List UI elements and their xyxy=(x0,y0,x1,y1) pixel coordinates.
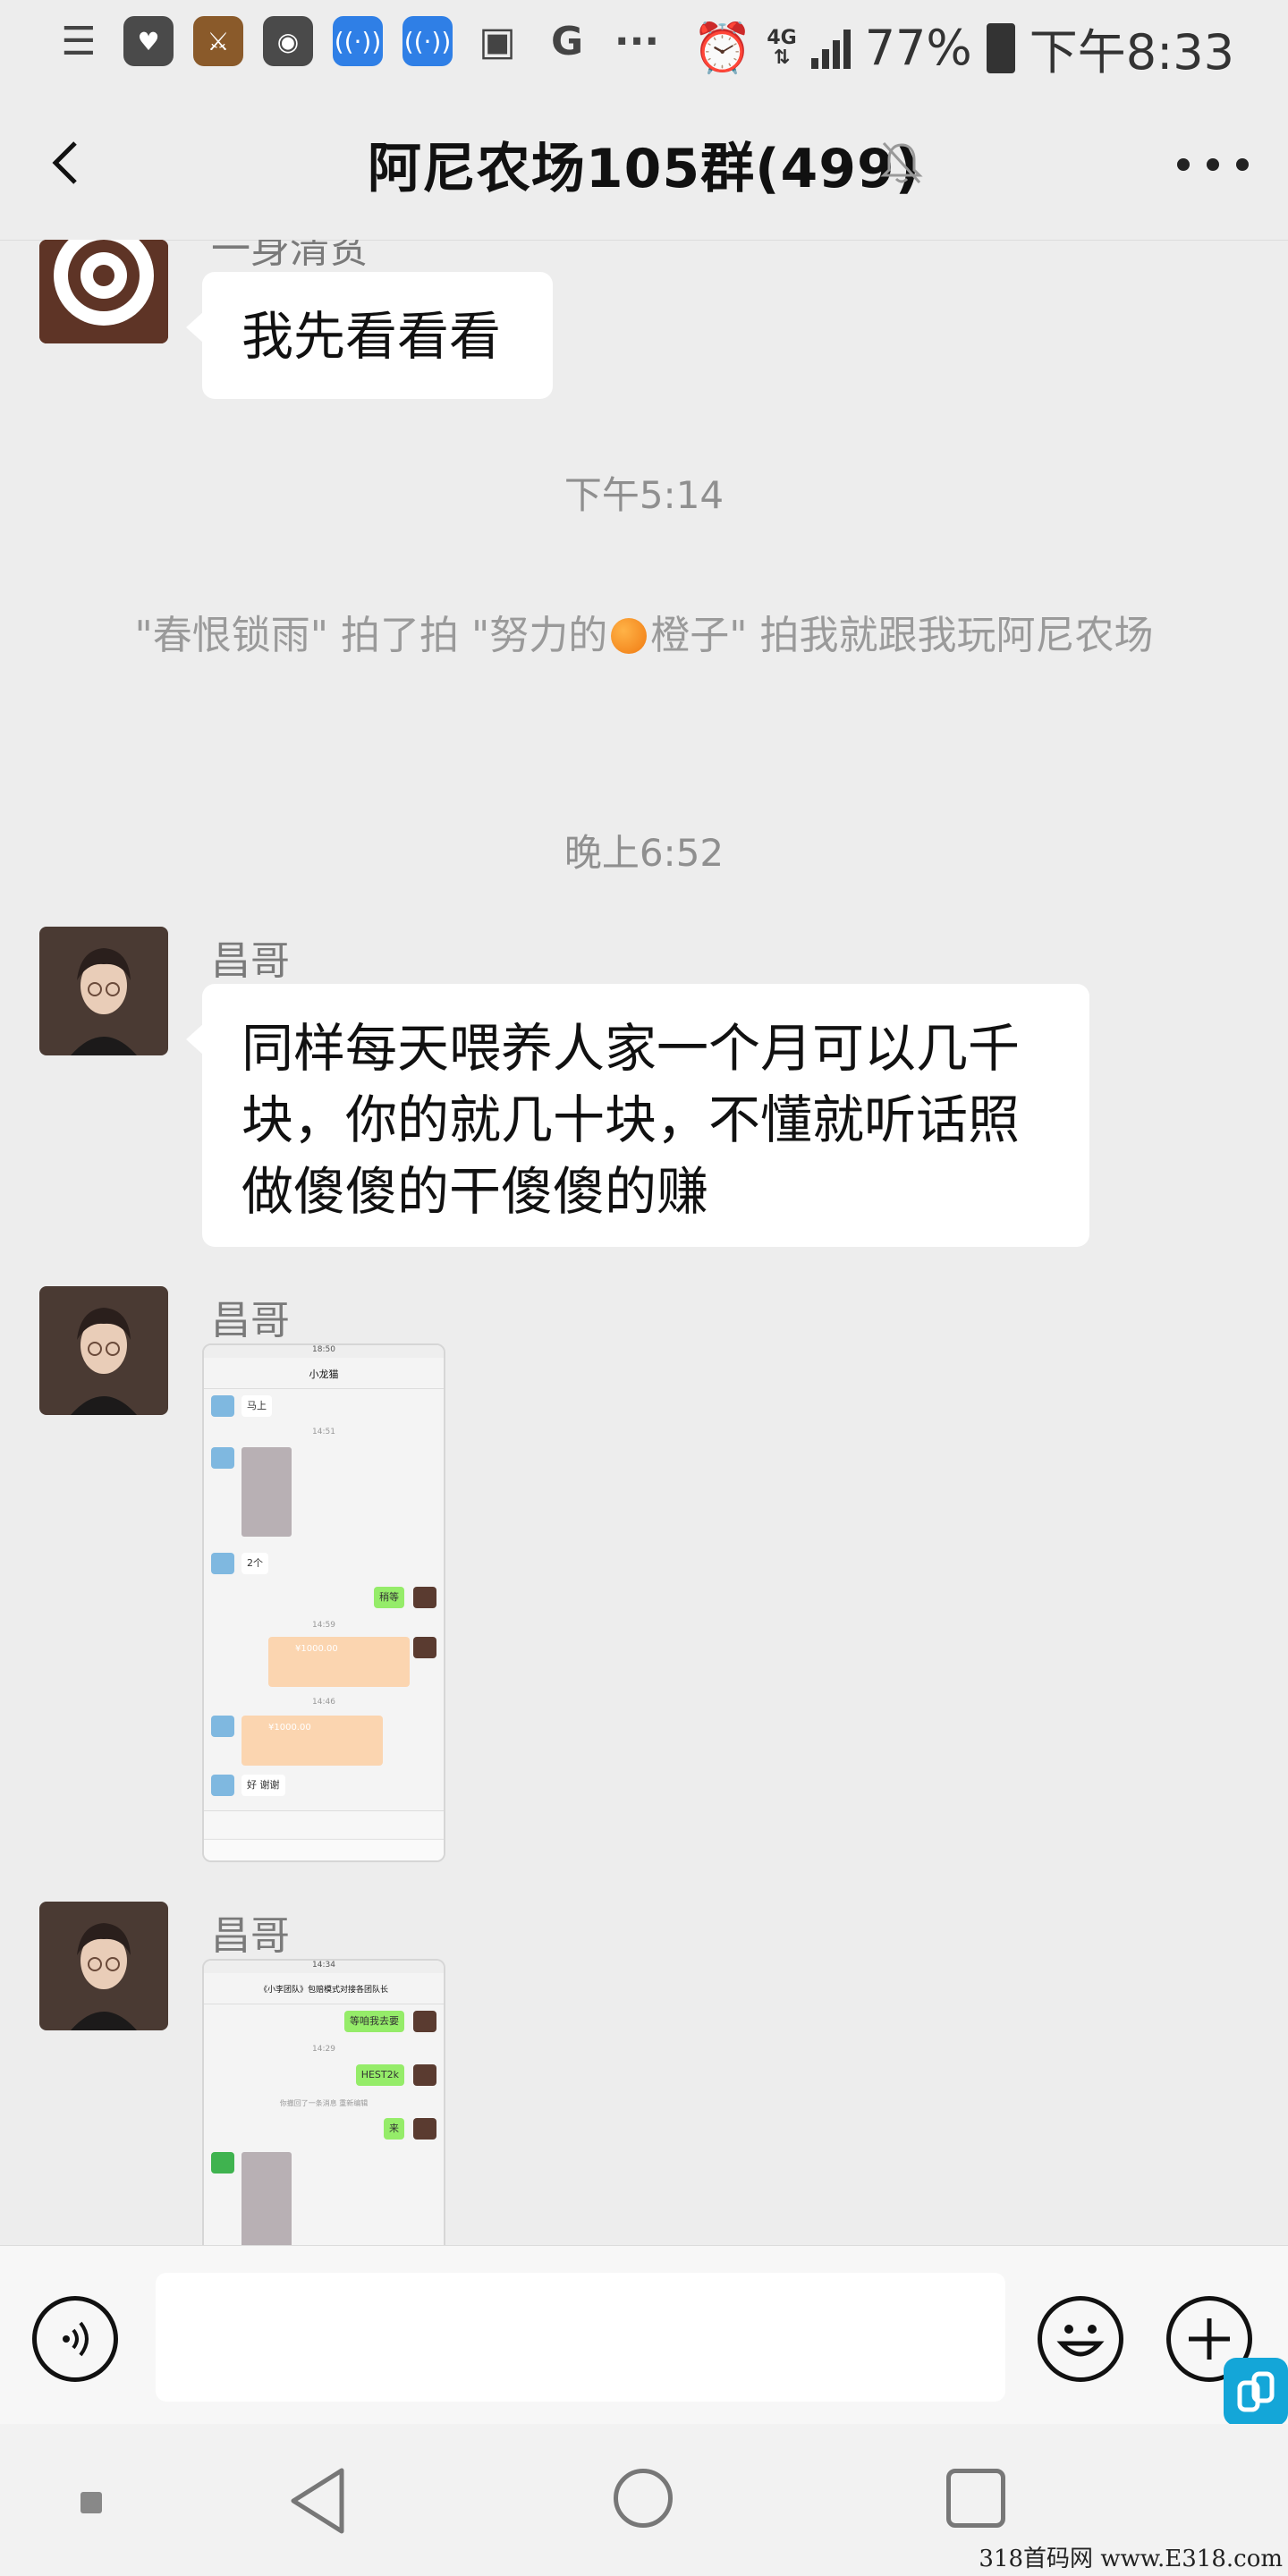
shot-msg: 来 xyxy=(384,2118,404,2140)
nav-dot-icon[interactable] xyxy=(80,2492,102,2513)
floating-app-icon[interactable] xyxy=(1224,2358,1288,2426)
spiral-avatar-icon xyxy=(39,240,168,343)
video-app-icon: ◉ xyxy=(263,16,313,66)
input-bar xyxy=(0,2245,1288,2425)
shot-avatar xyxy=(211,1716,234,1737)
image-message[interactable]: 18:50 小龙猫 马上 14:51 2个 稍等 14:59 ¥1000.00 … xyxy=(202,1343,445,1862)
shot-msg: 等咱我去要 xyxy=(344,2011,404,2032)
shot-image xyxy=(242,1447,292,1537)
shot-transfer: ¥1000.00 xyxy=(268,1637,410,1687)
google-icon: G xyxy=(550,18,584,64)
shot-msg: 稍等 xyxy=(374,1587,404,1608)
game-app-icon: ⚔ xyxy=(193,16,243,66)
sender-name: 一身清贫 xyxy=(211,240,369,272)
status-bar: ☰ ♥ ⚔ ◉ ((·)) ((·)) ▣ G ··· ⏰ 4G ⇅ 77% 下午… xyxy=(0,0,1288,89)
shot-msg: 马上 xyxy=(242,1395,272,1417)
orange-emoji xyxy=(611,618,648,654)
news-app-icon: ☰ xyxy=(61,18,97,64)
alarm-icon: ⏰ xyxy=(692,19,753,76)
message-bubble[interactable]: 我先看看看 xyxy=(186,272,553,399)
shot-avatar xyxy=(413,2118,436,2140)
battery-icon xyxy=(986,22,1015,73)
emoji-icon[interactable] xyxy=(1038,2296,1123,2382)
wifi-app-icon: ((·)) xyxy=(333,16,383,66)
message-bubble[interactable]: 同样每天喂养人家一个月可以几千块，你的就几十块，不懂就听话照做傻傻的干傻傻的赚 xyxy=(186,984,1089,1247)
shot-status: 18:50 xyxy=(204,1345,444,1358)
shot-title: 小龙猫 xyxy=(204,1361,444,1389)
shot-inputbar xyxy=(204,1810,444,1838)
avatar[interactable] xyxy=(39,927,168,1055)
image-message[interactable]: 14:34 《小李团队》包赔模式对接各团队长 等咱我去要 14:29 HEST2… xyxy=(202,1959,445,2245)
status-right: ⏰ 4G ⇅ 77% 下午8:33 xyxy=(692,13,1234,83)
shot-status: 14:34 xyxy=(204,1961,444,1973)
shot-image xyxy=(242,2152,292,2245)
message-text: 我先看看看 xyxy=(242,306,502,367)
watermark: 318首码网 www.E318.com xyxy=(979,2546,1283,2572)
mute-bell-icon xyxy=(880,141,923,184)
shot-title: 《小李团队》包赔模式对接各团队长 xyxy=(204,1977,444,2004)
sound-wave-icon xyxy=(63,2321,89,2357)
timestamp: 晚上6:52 xyxy=(564,831,724,875)
shot-msg: 好 谢谢 xyxy=(242,1775,285,1796)
battery-percent: 77% xyxy=(864,20,972,76)
group-title: 阿尼农场105群(499) xyxy=(367,138,921,200)
nav-recent-apps-icon[interactable] xyxy=(946,2469,1005,2528)
smiley-face-icon xyxy=(1056,2325,1105,2357)
wifi-app-icon: ((·)) xyxy=(402,16,453,66)
shot-avatar xyxy=(211,1775,234,1796)
shot-notice: 你撤回了一条消息 重新编辑 xyxy=(279,2099,369,2107)
shot-avatar xyxy=(413,1587,436,1608)
timestamp: 下午5:14 xyxy=(564,473,724,517)
shot-avatar xyxy=(211,1553,234,1574)
link-app-icon xyxy=(1237,2371,1275,2412)
gallery-icon: ▣ xyxy=(479,18,516,64)
shot-avatar xyxy=(211,1395,234,1417)
shot-avatar xyxy=(211,1447,234,1469)
more-options-icon[interactable] xyxy=(1177,138,1249,191)
shot-stamp: 14:59 xyxy=(312,1621,335,1630)
shot-avatar xyxy=(413,2011,436,2032)
message-input[interactable] xyxy=(156,2273,1005,2402)
voice-input-icon[interactable] xyxy=(32,2296,118,2382)
avatar[interactable] xyxy=(39,1902,168,2030)
avatar[interactable] xyxy=(39,1286,168,1415)
more-notifications-icon: ··· xyxy=(614,18,660,64)
shot-msg: 2个 xyxy=(242,1553,268,1574)
notification-icons: ☰ ♥ ⚔ ◉ ((·)) ((·)) ▣ G ··· xyxy=(54,16,662,66)
shot-avatar xyxy=(413,1637,436,1658)
shot-msg: HEST2k xyxy=(355,2064,404,2086)
shot-transfer: ¥1000.00 xyxy=(242,1716,383,1766)
avatar[interactable] xyxy=(39,240,168,343)
message-text: 同样每天喂养人家一个月可以几千块，你的就几十块，不懂就听话照做傻傻的干傻傻的赚 xyxy=(242,1018,1021,1222)
signal-icon xyxy=(810,28,851,69)
shot-stamp: 14:46 xyxy=(312,1698,335,1707)
nav-back-icon[interactable] xyxy=(286,2465,349,2537)
network-icon: 4G ⇅ xyxy=(767,26,797,69)
nav-home-icon[interactable] xyxy=(614,2469,673,2528)
shot-navbar xyxy=(204,1839,444,1860)
shot-stamp: 14:51 xyxy=(312,1428,335,1436)
anime-avatar-icon xyxy=(39,927,168,1055)
shot-stamp: 14:29 xyxy=(312,2045,335,2054)
shot-avatar xyxy=(413,2064,436,2086)
sender-name: 昌哥 xyxy=(211,1913,290,1959)
sender-name: 昌哥 xyxy=(211,938,290,984)
system-notice: "春恨锁雨" 拍了拍 "努力的 橙子" 拍我就跟我玩阿尼农场 xyxy=(134,613,1154,658)
chat-header: 阿尼农场105群(499) xyxy=(0,89,1288,241)
heart-app-icon: ♥ xyxy=(123,16,174,66)
shot-avatar xyxy=(211,2152,234,2174)
clock: 下午8:33 xyxy=(1029,24,1234,80)
sender-name: 昌哥 xyxy=(211,1298,290,1343)
anime-avatar-icon xyxy=(39,1902,168,2030)
message-list[interactable]: 一身清贫 我先看看看 下午5:14 "春恨锁雨" 拍了拍 "努力的 橙子" 拍我就… xyxy=(0,240,1288,2245)
anime-avatar-icon xyxy=(39,1286,168,1415)
